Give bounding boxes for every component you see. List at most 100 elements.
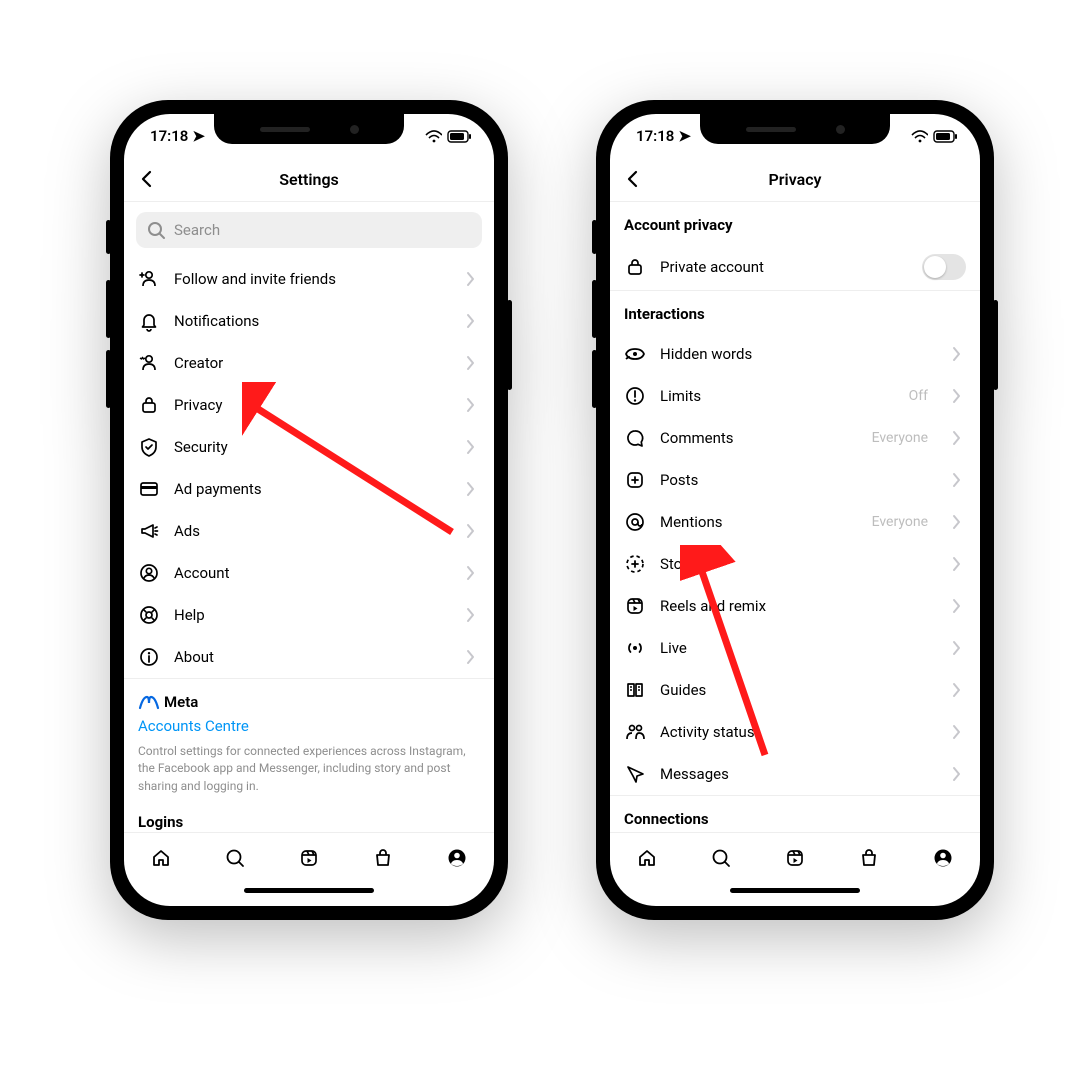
chevron-right-icon <box>946 385 966 407</box>
chevron-right-icon <box>946 679 966 701</box>
tab-profile[interactable] <box>931 846 955 870</box>
chevron-right-icon <box>460 520 480 542</box>
megaphone-icon <box>138 520 160 542</box>
privacy-row-messages[interactable]: Messages <box>610 753 980 795</box>
settings-row-creator[interactable]: Creator <box>124 342 494 384</box>
tab-home[interactable] <box>149 846 173 870</box>
search-placeholder: Search <box>174 221 220 239</box>
settings-row-ads[interactable]: Ads <box>124 510 494 552</box>
wifi-icon <box>910 128 928 144</box>
row-label: Account <box>174 564 446 582</box>
private-account-toggle[interactable] <box>922 254 966 280</box>
privacy-row-posts[interactable]: Posts <box>610 459 980 501</box>
tab-shop[interactable] <box>371 846 395 870</box>
logins-header: Logins <box>124 799 494 832</box>
tab-profile[interactable] <box>445 846 469 870</box>
privacy-row-mentions[interactable]: Mentions Everyone <box>610 501 980 543</box>
phone-mockup-privacy: 17:18➤ Privacy Account privacy Private a… <box>596 100 994 920</box>
home-indicator[interactable] <box>610 882 980 906</box>
settings-row-privacy[interactable]: Privacy <box>124 384 494 426</box>
tab-shop[interactable] <box>857 846 881 870</box>
tab-reels[interactable] <box>783 846 807 870</box>
account-icon <box>138 562 160 584</box>
privacy-row-activity-status[interactable]: Activity status <box>610 711 980 753</box>
privacy-row-hidden-words[interactable]: Hidden words <box>610 333 980 375</box>
privacy-row-live[interactable]: Live <box>610 627 980 669</box>
chevron-right-icon <box>946 343 966 365</box>
help-icon <box>138 604 160 626</box>
navbar: Settings <box>124 158 494 202</box>
row-label: Story <box>660 555 932 573</box>
location-icon: ➤ <box>192 127 205 145</box>
live-icon <box>624 637 646 659</box>
row-label: Ad payments <box>174 480 446 498</box>
info-icon <box>138 646 160 668</box>
mention-icon <box>624 511 646 533</box>
phone-mockup-settings: 17:18➤ Settings Search Follow and invite… <box>110 100 508 920</box>
chevron-right-icon <box>946 427 966 449</box>
chevron-right-icon <box>460 310 480 332</box>
privacy-row-guides[interactable]: Guides <box>610 669 980 711</box>
settings-row-account[interactable]: Account <box>124 552 494 594</box>
back-button[interactable] <box>622 168 644 190</box>
home-indicator[interactable] <box>124 882 494 906</box>
accounts-centre-link[interactable]: Accounts Centre <box>138 717 480 735</box>
settings-row-security[interactable]: Security <box>124 426 494 468</box>
tab-home[interactable] <box>635 846 659 870</box>
privacy-row-private-account[interactable]: Private account <box>610 244 980 290</box>
settings-row-ad-payments[interactable]: Ad payments <box>124 468 494 510</box>
chevron-right-icon <box>946 763 966 785</box>
chevron-right-icon <box>946 637 966 659</box>
battery-icon <box>447 127 472 145</box>
row-label: Creator <box>174 354 446 372</box>
settings-row-follow-invite[interactable]: Follow and invite friends <box>124 258 494 300</box>
row-label: Limits <box>660 387 895 405</box>
chevron-right-icon <box>460 352 480 374</box>
back-button[interactable] <box>136 168 158 190</box>
search-icon <box>146 220 166 240</box>
chevron-right-icon <box>460 646 480 668</box>
tab-search[interactable] <box>223 846 247 870</box>
settings-row-notifications[interactable]: Notifications <box>124 300 494 342</box>
guides-icon <box>624 679 646 701</box>
tab-reels[interactable] <box>297 846 321 870</box>
chevron-right-icon <box>460 268 480 290</box>
status-time: 17:18 <box>150 127 188 145</box>
privacy-row-limits[interactable]: Limits Off <box>610 375 980 417</box>
page-title: Privacy <box>769 170 822 189</box>
row-label: Messages <box>660 765 932 783</box>
navbar: Privacy <box>610 158 980 202</box>
privacy-row-story[interactable]: Story <box>610 543 980 585</box>
settings-row-help[interactable]: Help <box>124 594 494 636</box>
section-connections: Connections <box>610 795 980 832</box>
page-title: Settings <box>279 170 339 189</box>
row-label: Help <box>174 606 446 624</box>
card-icon <box>138 478 160 500</box>
activity-icon <box>624 721 646 743</box>
row-label: Posts <box>660 471 932 489</box>
privacy-row-comments[interactable]: Comments Everyone <box>610 417 980 459</box>
row-value: Everyone <box>872 430 928 446</box>
privacy-row-reels-remix[interactable]: Reels and remix <box>610 585 980 627</box>
row-label: Ads <box>174 522 446 540</box>
search-input[interactable]: Search <box>136 212 482 248</box>
wifi-icon <box>424 128 442 144</box>
row-label: Reels and remix <box>660 597 932 615</box>
row-label: Activity status <box>660 723 932 741</box>
chevron-right-icon <box>460 562 480 584</box>
row-label: Live <box>660 639 932 657</box>
chevron-right-icon <box>460 478 480 500</box>
meta-description: Control settings for connected experienc… <box>138 743 480 795</box>
eye-icon <box>624 343 646 365</box>
row-label: Notifications <box>174 312 446 330</box>
lock-icon <box>138 394 160 416</box>
status-time: 17:18 <box>636 127 674 145</box>
chevron-right-icon <box>460 394 480 416</box>
tab-bar <box>124 832 494 882</box>
settings-row-about[interactable]: About <box>124 636 494 678</box>
row-label: Security <box>174 438 446 456</box>
meta-brand-text: Meta <box>164 693 198 711</box>
tab-search[interactable] <box>709 846 733 870</box>
battery-icon <box>933 127 958 145</box>
reels-icon <box>624 595 646 617</box>
